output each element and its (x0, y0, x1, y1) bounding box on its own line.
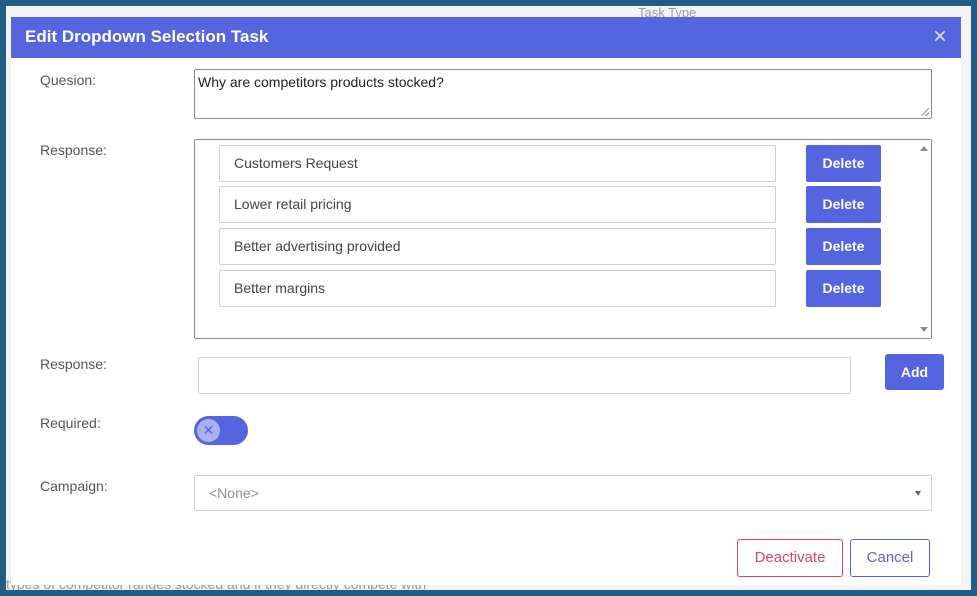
delete-button[interactable]: Delete (806, 145, 881, 182)
campaign-select[interactable]: <None> (194, 475, 932, 511)
list-item: Better margins Delete (219, 270, 881, 308)
list-item: Lower retail pricing Delete (219, 186, 881, 224)
response-input[interactable]: Customers Request (219, 145, 776, 182)
delete-button[interactable]: Delete (806, 228, 881, 265)
modal-header: Edit Dropdown Selection Task × (11, 17, 961, 58)
response-list: Customers Request Delete Lower retail pr… (194, 139, 932, 339)
modal-title: Edit Dropdown Selection Task (25, 27, 269, 46)
scroll-up-icon[interactable] (920, 146, 928, 151)
x-icon: ✕ (202, 422, 215, 438)
delete-button[interactable]: Delete (806, 186, 881, 223)
campaign-label: Campaign: (40, 478, 108, 494)
question-input[interactable]: Why are competitors products stocked? (194, 69, 932, 119)
toggle-knob: ✕ (197, 419, 220, 442)
required-label: Required: (40, 415, 101, 431)
new-response-label: Response: (40, 356, 107, 372)
add-response-button[interactable]: Add (885, 354, 944, 390)
response-list-scrollbar[interactable] (917, 140, 931, 338)
response-input[interactable]: Lower retail pricing (219, 186, 776, 223)
scroll-down-icon[interactable] (920, 327, 928, 332)
responses-label: Response: (40, 142, 107, 158)
delete-button[interactable]: Delete (806, 270, 881, 307)
question-label: Quesion: (40, 72, 97, 88)
cancel-button[interactable]: Cancel (850, 539, 930, 577)
list-item: Better advertising provided Delete (219, 228, 881, 266)
deactivate-button[interactable]: Deactivate (737, 539, 843, 577)
close-icon[interactable]: × (929, 25, 951, 49)
required-toggle[interactable]: ✕ (194, 416, 248, 445)
response-input[interactable]: Better margins (219, 270, 776, 307)
list-item: Customers Request Delete (219, 145, 881, 183)
response-input[interactable]: Better advertising provided (219, 228, 776, 265)
question-text: Why are competitors products stocked? (198, 74, 444, 90)
campaign-selected-value: <None> (209, 485, 259, 501)
chevron-down-icon (915, 491, 921, 496)
resize-grip-icon[interactable] (921, 108, 929, 116)
new-response-input[interactable] (198, 357, 851, 394)
edit-task-modal: Edit Dropdown Selection Task × Quesion: … (11, 17, 961, 585)
